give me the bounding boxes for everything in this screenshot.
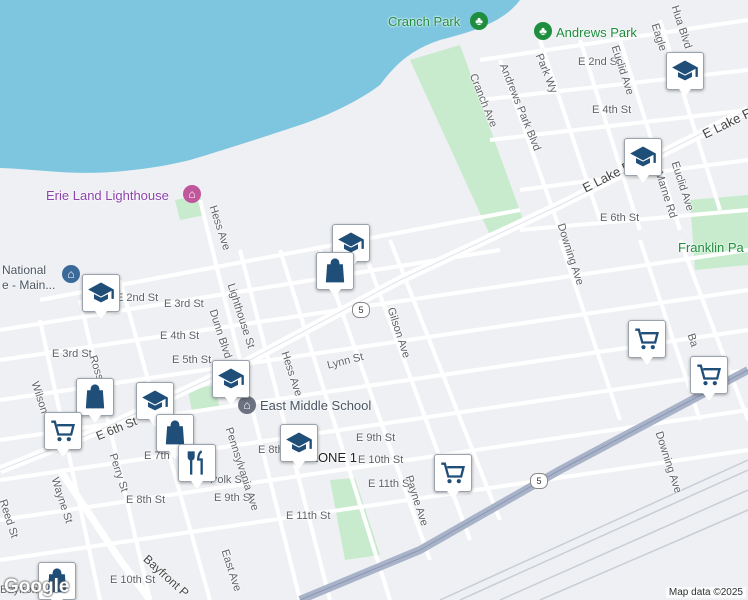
restaurant-icon	[187, 450, 203, 475]
street-label: E 10th St	[358, 454, 404, 466]
place-label-lighthouse: Erie Land Lighthouse	[46, 188, 169, 203]
street-label: E 6th St	[600, 212, 640, 224]
grocery-pin[interactable]	[434, 454, 472, 499]
school-icon	[672, 60, 698, 81]
map-canvas[interactable]: Cranch Park ♣ ♣ Andrews Park Erie Land L…	[0, 0, 748, 600]
restaurant-pin[interactable]	[178, 444, 216, 489]
park-icon: ♣	[534, 22, 552, 40]
cart-icon	[441, 462, 465, 484]
route-shield: 5	[530, 473, 548, 489]
place-label-cranch-park: Cranch Park	[388, 14, 461, 29]
street-label: E 4th St	[592, 104, 632, 116]
grocery-pin[interactable]	[690, 356, 728, 401]
street-label: E 9th St	[356, 432, 396, 444]
school-icon	[286, 432, 312, 453]
landmark-icon: ⌂	[183, 185, 201, 203]
shopping-bag-icon	[165, 420, 185, 445]
place-label-franklin-park: Franklin Pa	[678, 240, 744, 255]
street-label: E 5th St	[172, 354, 212, 366]
school-icon	[630, 146, 656, 167]
shopping-bag-icon	[325, 258, 345, 283]
school-pin[interactable]	[82, 274, 120, 319]
school-icon	[218, 368, 244, 389]
school-pin[interactable]	[624, 138, 662, 183]
cart-icon	[697, 364, 721, 386]
street-label: E 8th St	[126, 494, 166, 506]
school-pin[interactable]	[666, 52, 704, 97]
museum-icon: ⌂	[62, 265, 80, 283]
cart-icon	[635, 328, 659, 350]
school-landmark-icon: ⌂	[238, 396, 256, 414]
place-label-national: National	[2, 263, 47, 277]
street-label: E 3rd St	[164, 298, 204, 310]
place-label-andrews-park: Andrews Park	[556, 25, 637, 40]
street-label: E 11th St	[286, 510, 331, 522]
google-logo: Google	[4, 576, 70, 597]
place-label-east-middle-school: East Middle School	[260, 398, 372, 413]
place-label-national-line2: e - Main...	[2, 278, 56, 292]
school-pin[interactable]	[212, 360, 250, 405]
school-icon	[88, 282, 114, 303]
shopping-pin[interactable]	[316, 252, 354, 297]
street-label: E 10th St	[110, 574, 156, 586]
shopping-pin[interactable]	[76, 378, 114, 423]
street-label: E 2nd St	[116, 292, 159, 304]
school-pin[interactable]	[280, 424, 318, 469]
map-attribution[interactable]: Map data ©2025	[665, 587, 746, 598]
cart-icon	[51, 420, 75, 442]
shopping-bag-icon	[85, 384, 105, 409]
grocery-pin[interactable]	[628, 320, 666, 365]
school-icon	[142, 390, 168, 411]
street-label: E 4th St	[160, 330, 200, 342]
park-icon: ♣	[470, 12, 488, 30]
route-shield: 5	[352, 302, 370, 318]
grocery-pin[interactable]	[44, 412, 82, 457]
